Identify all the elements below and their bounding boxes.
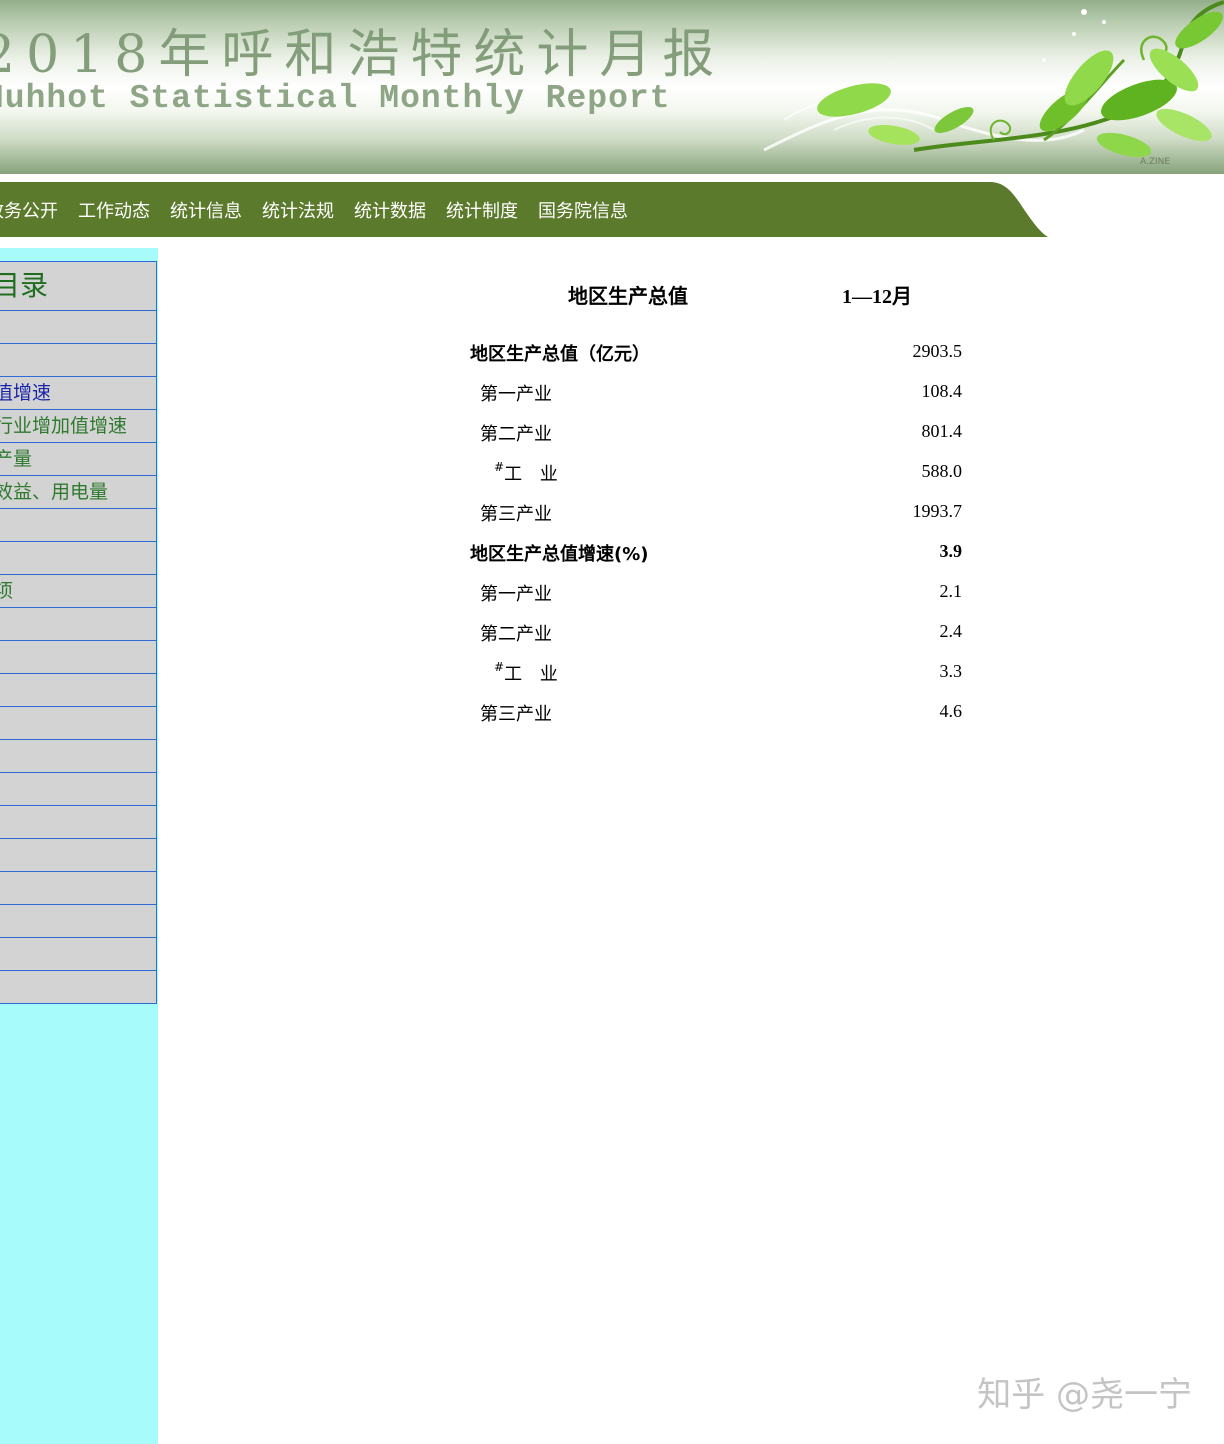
stat-row-industry-growth: #工 业 3.3 [470, 654, 964, 694]
stat-label: 第二产业 [480, 424, 552, 445]
nav-item-statistics-data[interactable]: 统计数据 [354, 197, 426, 223]
sidebar-item[interactable] [0, 674, 157, 707]
sidebar-item[interactable] [0, 542, 157, 575]
stat-value: 1993.7 [912, 501, 963, 521]
nav-item-statistics-info[interactable]: 统计信息 [170, 197, 242, 223]
stat-label: 第一产业 [480, 584, 552, 605]
stats-title: 地区生产总值 [568, 284, 688, 308]
sidebar-item[interactable] [0, 608, 157, 641]
stat-value: 3.3 [939, 661, 963, 681]
stat-label: 地区生产总值增速(%) [470, 544, 649, 565]
stat-label: 第二产业 [480, 624, 552, 645]
stat-row-primary-growth: 第一产业 2.1 [470, 574, 964, 614]
sidebar-item[interactable] [0, 311, 157, 344]
sidebar-item[interactable] [0, 806, 157, 839]
stat-label: 第三产业 [480, 504, 552, 525]
stat-label: 第一产业 [480, 384, 552, 405]
sidebar-item-industry-value-growth[interactable]: 行业增加值增速 [0, 410, 157, 443]
sidebar-item[interactable] [0, 839, 157, 872]
stat-value: 2.1 [939, 581, 963, 601]
header-banner: 2018年呼和浩特统计月报 Huhhot Statistical Monthly… [0, 0, 1224, 174]
sidebar-item-label: 值增速 [0, 382, 52, 404]
stat-value: 2903.5 [912, 341, 963, 361]
sidebar-item-projects[interactable]: 项 [0, 575, 157, 608]
sidebar-list: 值增速 行业增加值增速 产量 效益、用电量 项 [0, 311, 157, 1004]
sidebar-item[interactable] [0, 773, 157, 806]
stats-period: 1—12月 [842, 286, 912, 308]
nav-item-statistics-law[interactable]: 统计法规 [262, 197, 334, 223]
nav-item-state-council-info[interactable]: 国务院信息 [538, 197, 628, 223]
stat-label: #工 业 [494, 460, 564, 486]
sidebar-item[interactable] [0, 971, 157, 1004]
sidebar-item[interactable] [0, 707, 157, 740]
vine-leaves-decoration: A.ZINE [763, 0, 1224, 167]
stat-value: 108.4 [921, 381, 963, 401]
stat-value: 3.9 [939, 541, 963, 561]
sidebar-item-label: 效益、用电量 [0, 481, 109, 503]
stat-row-secondary: 第二产业 801.4 [470, 414, 964, 454]
main-nav: 政务公开 工作动态 统计信息 统计法规 统计数据 统计制度 国务院信息 [0, 182, 1050, 237]
sidebar-item[interactable] [0, 740, 157, 773]
sidebar-item[interactable] [0, 872, 157, 905]
stat-row-tertiary-growth: 第三产业 4.6 [470, 694, 964, 734]
stat-label: 第三产业 [480, 704, 552, 725]
sidebar-item-label: 行业增加值增速 [0, 415, 128, 437]
banner-title-en: Huhhot Statistical Monthly Report [0, 80, 671, 117]
sidebar-item[interactable] [0, 905, 157, 938]
sidebar-item-benefit-power[interactable]: 效益、用电量 [0, 476, 157, 509]
stat-label-text: 工 业 [504, 464, 564, 485]
sidebar-item[interactable] [0, 938, 157, 971]
stat-label-text: 工 业 [504, 664, 564, 685]
sidebar-item[interactable] [0, 344, 157, 377]
nav-item-government-affairs[interactable]: 政务公开 [0, 197, 58, 223]
nav-item-statistics-system[interactable]: 统计制度 [446, 197, 518, 223]
stat-value: 588.0 [921, 461, 963, 481]
sidebar-item-label: 产量 [0, 448, 33, 470]
stat-value: 801.4 [921, 421, 963, 441]
sidebar-header: 目录 [0, 261, 157, 311]
nav-item-work-news[interactable]: 工作动态 [78, 197, 150, 223]
stat-label: 地区生产总值（亿元） [470, 344, 650, 365]
stat-value: 4.6 [939, 701, 963, 721]
stat-prefix-mark: # [494, 460, 505, 474]
stats-table: 地区生产总值（亿元） 2903.5 第一产业 108.4 第二产业 801.4 … [470, 334, 964, 734]
watermark: 知乎 @尧一宁 [977, 1375, 1192, 1415]
banner-logo-text: A.ZINE [1140, 157, 1170, 167]
banner-title-cn: 2018年呼和浩特统计月报 [0, 25, 726, 85]
sidebar-item-label: 项 [0, 580, 13, 602]
stat-row-tertiary: 第三产业 1993.7 [470, 494, 964, 534]
stat-row-industry: #工 业 588.0 [470, 454, 964, 494]
stat-row-gdp: 地区生产总值（亿元） 2903.5 [470, 334, 964, 374]
sidebar-item[interactable] [0, 641, 157, 674]
sidebar-header-label: 目录 [0, 269, 49, 302]
stat-prefix-mark: # [494, 660, 505, 674]
sidebar-item[interactable] [0, 509, 157, 542]
stat-row-primary: 第一产业 108.4 [470, 374, 964, 414]
stat-row-secondary-growth: 第二产业 2.4 [470, 614, 964, 654]
sidebar: 目录 值增速 行业增加值增速 产量 效益、用电量 项 [0, 248, 158, 1444]
stat-label: #工 业 [494, 660, 564, 686]
stat-value: 2.4 [939, 621, 963, 641]
sidebar-item-output[interactable]: 产量 [0, 443, 157, 476]
stat-row-gdp-growth: 地区生产总值增速(%) 3.9 [470, 534, 964, 574]
sidebar-item-gdp-growth[interactable]: 值增速 [0, 377, 157, 410]
